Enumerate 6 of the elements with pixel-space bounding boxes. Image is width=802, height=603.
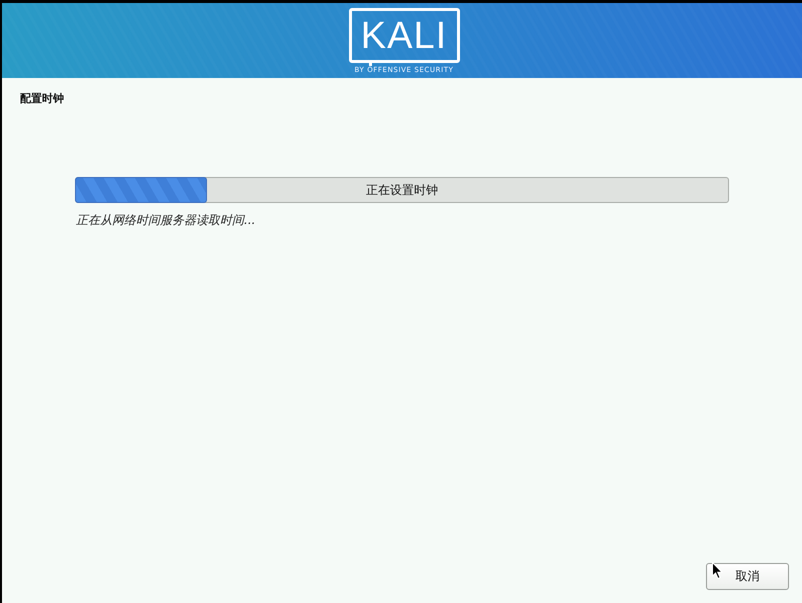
- cancel-button[interactable]: 取消: [706, 563, 789, 590]
- progress-label: 正在设置时钟: [366, 183, 438, 197]
- logo-wordmark: KALI: [360, 16, 448, 54]
- page-title: 配置时钟: [20, 92, 64, 106]
- status-text: 正在从网络时间服务器读取时间...: [76, 213, 256, 227]
- mouse-pointer-icon: [712, 562, 723, 579]
